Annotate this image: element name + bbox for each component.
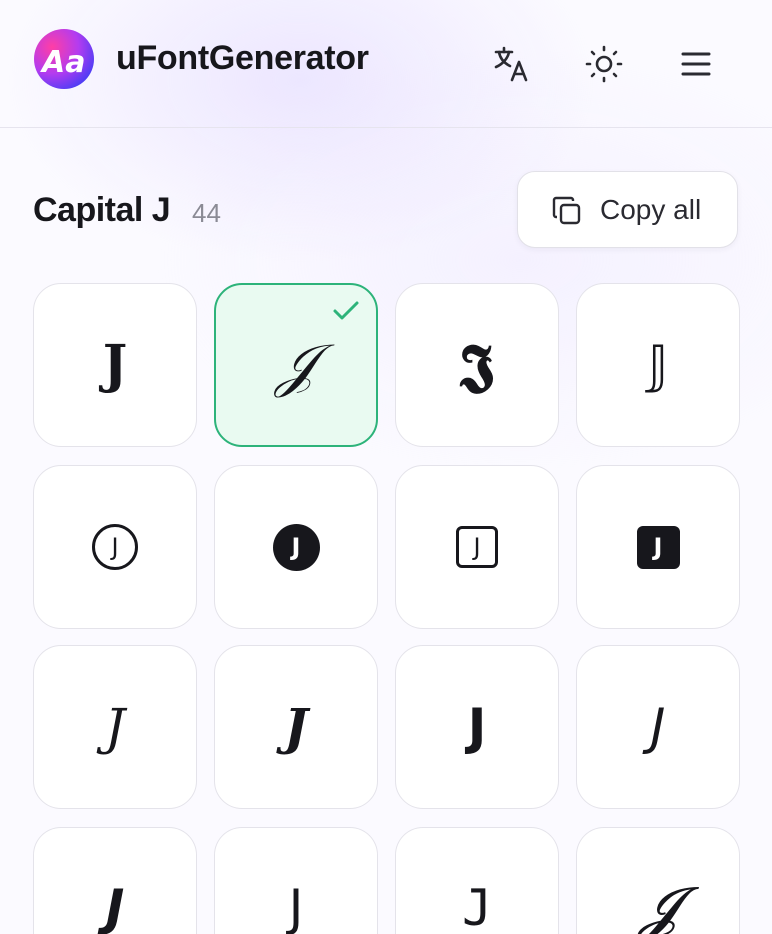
app-logo[interactable]: Aa [34,29,94,89]
glyph-card-selected[interactable]: 𝒥 [214,283,378,447]
glyph-char: J [456,526,498,568]
app-header: Aa uFontGenerator [0,0,772,128]
sun-icon [585,45,623,83]
glyph-card[interactable]: 𝐽 [33,645,197,809]
svg-text:Aa: Aa [40,45,85,80]
glyph-card[interactable]: 𝗝 [395,645,559,809]
glyph-char: 𝒥 [275,331,317,399]
glyph-char: J [636,525,680,569]
glyph-char: 𝕁 [647,335,669,395]
glyph-card[interactable]: 𝘑 [576,645,740,809]
glyph-card[interactable]: J [395,465,559,629]
glyph-card[interactable]: 𝙅 [33,827,197,934]
glyph-char: 𝑱 [284,697,308,756]
section-title: Capital J [33,191,171,229]
glyph-card[interactable]: 𝑱 [214,645,378,809]
glyph-card[interactable]: J [576,465,740,629]
glyph-card[interactable]: J [214,465,378,629]
menu-button[interactable] [674,40,718,88]
glyph-char: 𝖩 [288,879,304,934]
glyph-card[interactable]: 𝖩 [214,827,378,934]
glyph-card[interactable]: J [33,465,197,629]
glyph-char: 𝘑 [650,698,666,756]
glyph-char: 𝐽 [104,698,126,756]
glyph-card[interactable]: 𝕁 [576,283,740,447]
glyph-char: 𝙹 [461,879,493,934]
glyph-char: 𝗝 [467,698,487,756]
glyph-char: 𝙅 [105,879,125,934]
glyph-card[interactable]: 𝕵 [395,283,559,447]
app-name[interactable]: uFontGenerator [116,38,369,78]
glyph-char: 𝐉 [102,334,128,395]
theme-toggle-button[interactable] [582,40,626,88]
glyph-card[interactable]: 𝙹 [395,827,559,934]
check-icon [333,301,359,320]
copy-all-label: Copy all [600,194,702,225]
menu-icon [681,52,711,76]
copy-icon [552,196,581,225]
glyph-char: J [272,523,320,571]
translate-icon [494,46,528,82]
language-button[interactable] [490,40,534,88]
glyph-char: J [92,524,138,570]
glyph-card[interactable]: 𝐉 [33,283,197,447]
copy-all-button[interactable]: Copy all [517,171,738,248]
glyph-char: 𝓙 [637,874,679,934]
glyph-count: 44 [192,198,221,228]
glyph-char: 𝕵 [459,332,495,398]
glyph-card[interactable]: 𝓙 [576,827,740,934]
